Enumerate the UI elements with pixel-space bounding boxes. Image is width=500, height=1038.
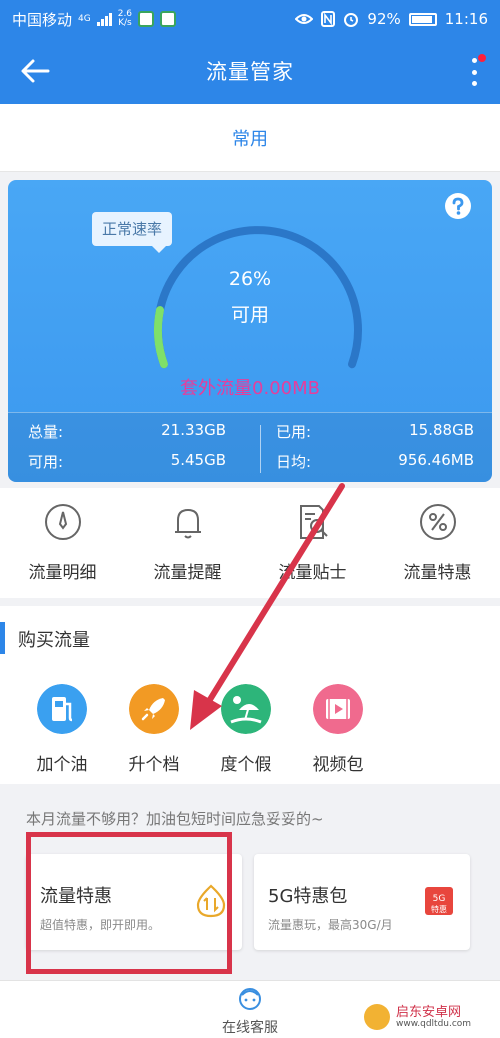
eye-icon bbox=[295, 14, 314, 24]
badge-top: 5G bbox=[433, 894, 446, 904]
5g-gift-icon: 5G特惠 bbox=[425, 887, 453, 915]
feature-label: 流量明细 bbox=[28, 563, 97, 583]
pack-label: 升个档 bbox=[128, 755, 180, 775]
highlight-box bbox=[26, 832, 232, 974]
usage-stats: 总量: 21.33GB 已用: 15.88GB 可用: 5.45GB 日均: 9… bbox=[8, 412, 492, 482]
signal-icon bbox=[96, 12, 112, 26]
carrier-name: 中国移动 bbox=[12, 10, 73, 29]
available-label: 可用 bbox=[230, 304, 269, 326]
pack-upgrade[interactable]: 升个档 bbox=[108, 684, 200, 775]
feature-label: 流量特惠 bbox=[403, 563, 472, 583]
feature-label: 流量贴士 bbox=[278, 563, 347, 583]
pack-vacation[interactable]: 度个假 bbox=[200, 684, 292, 775]
feature-usage-deals[interactable]: 流量特惠 bbox=[375, 488, 500, 598]
app-bar: 流量管家 bbox=[0, 38, 500, 104]
section-title: 购买流量 bbox=[18, 630, 90, 651]
document-search-icon bbox=[299, 505, 328, 539]
usage-gauge bbox=[154, 226, 362, 369]
watermark-url: www.qdltdu.com bbox=[396, 1018, 472, 1029]
avail-value: 5.45GB bbox=[170, 451, 226, 469]
status-bar: 中国移动 4G 2.6 K/s 92% 11:16 bbox=[0, 0, 500, 38]
available-percent: 26% bbox=[228, 268, 272, 290]
total-value: 21.33GB bbox=[161, 421, 226, 439]
page-title: 流量管家 bbox=[206, 60, 294, 84]
stats-divider bbox=[260, 425, 261, 473]
watermark-logo-icon bbox=[364, 1004, 390, 1030]
total-label: 总量: bbox=[28, 423, 64, 441]
usage-card: 正常速率 26% 可用 套外流量0.00MB 总量: 21.33GB 已用: 1… bbox=[8, 180, 492, 482]
pack-video[interactable]: 视频包 bbox=[292, 684, 384, 775]
daily-label: 日均: bbox=[276, 453, 312, 471]
tip-text: 本月流量不够用？加油包短时间应急妥妥的~ bbox=[26, 810, 324, 828]
rocket-icon bbox=[129, 684, 179, 734]
offer-title: 5G特惠包 bbox=[268, 886, 348, 907]
app-notification-icon-2 bbox=[160, 11, 177, 27]
help-icon[interactable] bbox=[444, 192, 472, 220]
section-accent-bar bbox=[0, 622, 5, 654]
feature-usage-detail[interactable]: 流量明细 bbox=[0, 488, 125, 598]
fuel-pump-icon bbox=[37, 684, 87, 734]
daily-value: 956.46MB bbox=[398, 451, 474, 469]
service-label: 在线客服 bbox=[222, 1020, 278, 1036]
avail-label: 可用: bbox=[28, 453, 64, 471]
feature-usage-reminder[interactable]: 流量提醒 bbox=[125, 488, 250, 598]
pack-row: 加个油 升个档 度个假 视频包 bbox=[16, 684, 384, 775]
percent-icon bbox=[419, 504, 456, 540]
battery-icon bbox=[408, 12, 437, 26]
extra-traffic: 套外流量0.00MB bbox=[180, 378, 320, 399]
nfc-icon bbox=[321, 11, 336, 27]
bell-icon bbox=[174, 508, 201, 539]
video-icon bbox=[313, 684, 363, 734]
buy-traffic-section: 购买流量 加个油 升个档 度个假 视频包 bbox=[0, 606, 500, 784]
feature-usage-tips[interactable]: 流量贴士 bbox=[250, 488, 375, 598]
beach-icon bbox=[221, 684, 271, 734]
watermark-name: 启东安卓网 bbox=[396, 1004, 462, 1020]
back-arrow-icon[interactable] bbox=[20, 58, 50, 84]
pack-label: 度个假 bbox=[220, 755, 272, 775]
section-header: 购买流量 bbox=[0, 616, 500, 660]
offer-5g-pack[interactable]: 5G特惠包 流量惠玩，最高30G/月 5G 特惠 bbox=[254, 854, 470, 950]
alarm-icon bbox=[344, 13, 359, 27]
used-label: 已用: bbox=[276, 423, 312, 441]
more-menu-icon[interactable] bbox=[470, 58, 478, 86]
pack-refuel[interactable]: 加个油 bbox=[16, 684, 108, 775]
watermark: 启东安卓网 www.qdltdu.com bbox=[364, 1002, 494, 1032]
network-speed: 2.6 K/s bbox=[117, 9, 133, 28]
feature-label: 流量提醒 bbox=[153, 563, 222, 583]
badge-bottom: 特惠 bbox=[431, 904, 447, 914]
gauge-track bbox=[154, 226, 362, 369]
offer-subtitle: 流量惠玩，最高30G/月 bbox=[268, 918, 393, 932]
notification-dot bbox=[478, 54, 486, 62]
app-notification-icon bbox=[138, 11, 155, 27]
battery-percent: 92% bbox=[367, 10, 401, 28]
speed-tag: 正常速率 bbox=[92, 212, 173, 253]
tab-bar: 常用 bbox=[0, 104, 500, 172]
network-type: 4G bbox=[78, 13, 91, 24]
feature-row: 流量明细 流量提醒 流量贴士 流量特惠 bbox=[0, 488, 500, 598]
compass-icon bbox=[44, 504, 81, 540]
clock: 11:16 bbox=[444, 10, 488, 28]
pack-label: 视频包 bbox=[312, 755, 364, 775]
customer-service-icon bbox=[239, 988, 261, 1010]
tab-common[interactable]: 常用 bbox=[232, 125, 268, 151]
pack-label: 加个油 bbox=[36, 755, 88, 775]
used-value: 15.88GB bbox=[409, 421, 474, 439]
